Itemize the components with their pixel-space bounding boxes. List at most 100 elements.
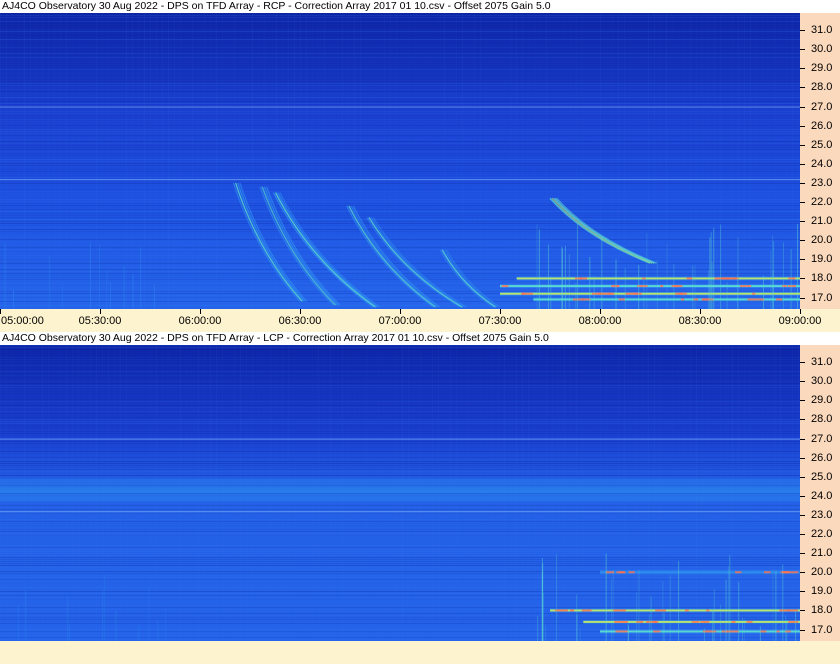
reference-line xyxy=(0,438,800,440)
burst-striation xyxy=(575,282,577,309)
y-tick-label: 17.0 xyxy=(811,623,833,636)
weak-striation xyxy=(49,256,51,309)
burst-striation xyxy=(615,259,617,309)
noise-column xyxy=(636,13,637,309)
noise-column xyxy=(684,13,685,309)
burst-striation xyxy=(542,592,544,641)
noise-column xyxy=(216,13,217,309)
emission-speck xyxy=(691,620,700,623)
burst-striation xyxy=(547,244,549,309)
emission-speck xyxy=(675,292,688,295)
burst-striation xyxy=(579,627,581,641)
weak-striation xyxy=(109,281,111,309)
burst-striation xyxy=(795,610,797,641)
emission-speck xyxy=(684,609,689,612)
y-tick xyxy=(800,457,805,459)
x-tick xyxy=(800,309,801,314)
weak-striation xyxy=(4,241,6,309)
y-tick-label: 23.0 xyxy=(811,508,833,521)
noise-column xyxy=(486,13,487,309)
emission-band xyxy=(600,630,800,633)
noise-column xyxy=(144,13,145,309)
burst-striation xyxy=(593,276,595,309)
burst-striation xyxy=(589,257,591,309)
noise-column xyxy=(168,13,169,309)
noise-column xyxy=(42,13,43,309)
frequency-axis: 17.0 18.0 19.0 20.0 21.0 22.0 23.0 24.0 25.0 26.0… xyxy=(800,13,840,309)
y-tick xyxy=(800,572,805,574)
burst-striation xyxy=(713,227,715,309)
noise-column xyxy=(360,13,361,309)
burst-striation xyxy=(666,242,668,309)
y-tick xyxy=(800,419,805,421)
burst-striation xyxy=(605,553,607,641)
burst-striation xyxy=(737,237,739,309)
burst-striation xyxy=(770,250,772,309)
x-tick xyxy=(100,309,101,314)
reference-line xyxy=(0,106,800,108)
noise-column xyxy=(552,13,553,309)
y-tick xyxy=(800,240,805,242)
y-tick-label: 25.0 xyxy=(811,470,833,483)
noise-column xyxy=(210,13,211,309)
burst-striation xyxy=(694,265,696,309)
noise-column xyxy=(78,13,79,309)
burst-striation xyxy=(727,566,729,641)
noise-column xyxy=(294,13,295,309)
emission-speck xyxy=(735,571,742,574)
noise-column xyxy=(12,13,13,309)
burst-striation xyxy=(601,237,603,309)
weak-striation xyxy=(139,624,141,641)
burst-striation xyxy=(663,613,665,641)
weak-striation xyxy=(89,242,91,309)
noise-column xyxy=(24,13,25,309)
noise-column xyxy=(642,13,643,309)
y-tick xyxy=(800,125,805,127)
noise-column xyxy=(528,13,529,309)
weak-striation xyxy=(102,589,104,641)
y-tick xyxy=(800,87,805,89)
noise-column xyxy=(186,13,187,309)
emission-glow-core xyxy=(0,487,800,494)
burst-striation xyxy=(711,261,713,309)
noise-column xyxy=(150,13,151,309)
noise-column xyxy=(492,13,493,309)
x-tick-label: 06:30:00 xyxy=(278,315,322,327)
noise-column xyxy=(354,13,355,309)
y-tick xyxy=(800,278,805,280)
x-tick-label: 07:30:00 xyxy=(478,315,522,327)
y-tick xyxy=(800,591,805,593)
noise-column xyxy=(690,13,691,309)
x-tick xyxy=(200,309,201,314)
noise-column xyxy=(240,13,241,309)
y-tick-label: 20.0 xyxy=(811,566,833,579)
burst-striation xyxy=(725,579,727,641)
noise-column xyxy=(66,13,67,309)
burst-striation xyxy=(536,224,538,309)
noise-column xyxy=(156,13,157,309)
burst-striation xyxy=(790,249,792,309)
noise-column xyxy=(774,13,775,309)
x-tick-label: 05:30:00 xyxy=(78,315,122,327)
noise-column xyxy=(246,13,247,309)
burst-striation xyxy=(772,569,774,641)
emission-speck xyxy=(614,620,624,623)
y-tick-label: 18.0 xyxy=(811,272,833,285)
noise-column xyxy=(264,13,265,309)
noise-column xyxy=(570,13,571,309)
y-tick xyxy=(800,259,805,261)
y-tick xyxy=(800,534,805,536)
y-tick-label: 27.0 xyxy=(811,432,833,445)
x-tick-label: 08:30:00 xyxy=(678,315,722,327)
weak-striation xyxy=(104,574,106,641)
y-tick-label: 30.0 xyxy=(811,375,833,388)
burst-striation xyxy=(759,625,761,641)
reference-line xyxy=(0,511,800,513)
noise-column xyxy=(510,13,511,309)
y-tick xyxy=(800,381,805,383)
noise-column xyxy=(744,13,745,309)
noise-column xyxy=(534,13,535,309)
y-tick xyxy=(800,553,805,555)
y-tick-label: 27.0 xyxy=(811,100,833,113)
noise-column xyxy=(138,13,139,309)
